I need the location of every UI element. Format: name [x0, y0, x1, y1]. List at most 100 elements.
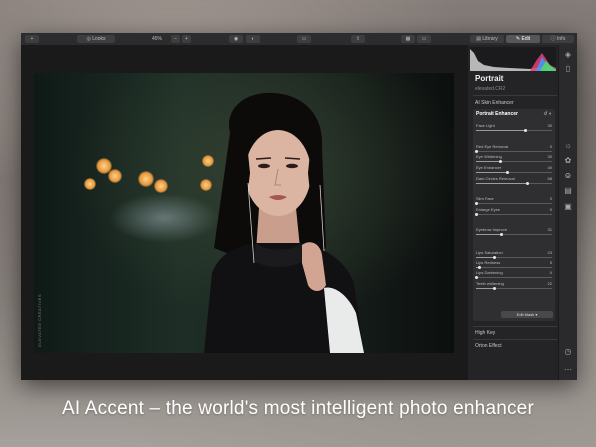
slider-knob[interactable] [506, 171, 510, 174]
slider-knob[interactable] [526, 182, 530, 185]
edit-panel: Portrait elevated.CR2 AI Skin Enhancer P… [468, 45, 577, 380]
slider-track[interactable] [476, 182, 552, 185]
slider-fill [476, 257, 495, 258]
slider-knob[interactable] [498, 160, 502, 163]
crop-icon[interactable]: ▭ [297, 35, 311, 43]
slider-label: Dark Circles Removal [476, 176, 515, 181]
orton-effect-tool[interactable]: Orton Effect [475, 343, 502, 349]
slider-value[interactable]: 31 [548, 227, 552, 232]
tab-info[interactable]: ⓘ Info [542, 35, 574, 43]
portrait-enhancer-title: Portrait Enhancer [476, 111, 518, 117]
share-icon[interactable]: ⇪ [351, 35, 365, 43]
portrait-enhancer-card: Portrait Enhancer ↺ ◐ Face Light 30 Red Ey… [473, 109, 555, 321]
photo-editor-window: + ◎ Looks 45% − + ◉ ◐ ▭ ⇪ ▦ ▭ ▤ Library … [21, 33, 577, 380]
slider-knob[interactable] [523, 129, 527, 132]
high-key-tool[interactable]: High Key [475, 330, 495, 336]
histogram [470, 47, 556, 71]
slider-knob[interactable] [474, 150, 478, 153]
slider-value[interactable]: 22 [548, 281, 552, 286]
slider-track[interactable] [476, 266, 552, 269]
grid-view-icon[interactable]: ▦ [401, 35, 415, 43]
slider-label: Eyebrow Improve [476, 227, 508, 232]
zoom-out-button[interactable]: − [171, 35, 180, 43]
slider-label: Lips Redness [476, 260, 501, 265]
layers-icon[interactable]: ◈ [563, 50, 573, 60]
slider-value[interactable]: 0 [550, 207, 552, 212]
slider-value[interactable]: 40 [548, 165, 552, 170]
slider-value[interactable]: 0 [550, 196, 552, 201]
slider-label: Enlarge Eyes [476, 207, 500, 212]
slider-knob[interactable] [478, 266, 482, 269]
eye-icon[interactable]: ◉ [229, 35, 243, 43]
slider-knob[interactable] [499, 233, 503, 236]
palette-icon[interactable]: ✿ [563, 156, 573, 166]
slider-label: Slim Face [476, 196, 494, 201]
slider-label: Teeth whitening [476, 281, 504, 286]
divider [473, 326, 557, 327]
photo-canvas[interactable]: ELEVATED CREATIVES [21, 45, 468, 380]
slider-fill [476, 161, 501, 162]
divider [473, 95, 557, 96]
slider-label: Red Eye Removal [476, 144, 509, 149]
slider-label: Face Light [476, 123, 495, 128]
slider-track[interactable] [476, 160, 552, 163]
slider-track[interactable] [476, 129, 552, 132]
history-icon[interactable]: ◷ [563, 347, 573, 357]
sun-icon[interactable]: ☼ [563, 141, 573, 151]
slider-value[interactable]: 0 [550, 270, 552, 275]
add-button[interactable]: + [25, 35, 39, 43]
slider-track[interactable] [474, 213, 552, 216]
slider-label: Lips Darkening [476, 270, 503, 275]
slider-value[interactable]: 23 [548, 250, 552, 255]
single-view-icon[interactable]: ▭ [417, 35, 431, 43]
slider-track[interactable] [474, 202, 552, 205]
slider-knob[interactable] [474, 276, 478, 279]
tool-rail: ◈ ▯ ☼ ✿ ☺ ▤ ▣ ◷ ⋯ [558, 45, 577, 380]
photo-watermark: ELEVATED CREATIVES [37, 294, 42, 347]
panel-title: Portrait [475, 74, 504, 83]
promo-caption: AI Accent – the world's most intelligent… [62, 398, 534, 419]
slider-value[interactable]: 5 [550, 260, 552, 265]
file-name: elevated.CR2 [475, 86, 506, 92]
slider-knob[interactable] [474, 213, 478, 216]
camera-icon[interactable]: ▣ [563, 202, 573, 212]
slider-track[interactable] [476, 233, 552, 236]
portrait-photo: ELEVATED CREATIVES [34, 73, 454, 353]
slider-track[interactable] [474, 150, 552, 153]
divider [473, 339, 557, 340]
slider-fill [476, 172, 508, 173]
tab-edit[interactable]: ✎ Edit [506, 35, 540, 43]
compare-icon[interactable]: ◐ [246, 35, 260, 43]
portrait-face-icon[interactable]: ☺ [563, 171, 573, 181]
tab-library[interactable]: ▤ Library [470, 35, 504, 43]
zoom-level[interactable]: 45% [148, 35, 166, 43]
slider-label: Eye Enhancer [476, 165, 502, 170]
slider-value[interactable]: 68 [548, 176, 552, 181]
slider-knob[interactable] [474, 202, 478, 205]
slider-fill [476, 234, 502, 235]
slider-track[interactable] [476, 171, 552, 174]
slider-fill [476, 183, 528, 184]
ai-skin-enhancer-tool[interactable]: AI Skin Enhancer [475, 100, 514, 106]
looks-button[interactable]: ◎ Looks [77, 35, 115, 43]
zoom-in-button[interactable]: + [182, 35, 191, 43]
slider-label: Lips Saturation [476, 250, 503, 255]
slider-label: Eye Whitening [476, 154, 502, 159]
slider-track[interactable] [476, 256, 552, 259]
slider-track[interactable] [474, 276, 552, 279]
slider-value[interactable]: 30 [548, 154, 552, 159]
slider-value[interactable]: 30 [548, 123, 552, 128]
book-icon[interactable]: ▯ [563, 64, 573, 74]
landscape-icon[interactable]: ▤ [563, 186, 573, 196]
slider-knob[interactable] [492, 287, 496, 290]
edit-mask-button[interactable]: Edit Mask ▾ [501, 311, 553, 318]
portrait-subject [204, 92, 364, 353]
toggle-icon[interactable]: ◐ [549, 111, 552, 117]
reset-icon[interactable]: ↺ [543, 111, 547, 117]
slider-track[interactable] [476, 287, 552, 290]
slider-fill [476, 130, 526, 131]
slider-knob[interactable] [492, 256, 496, 259]
more-icon[interactable]: ⋯ [563, 365, 573, 375]
slider-fill [476, 288, 495, 289]
slider-value[interactable]: 0 [550, 144, 552, 149]
